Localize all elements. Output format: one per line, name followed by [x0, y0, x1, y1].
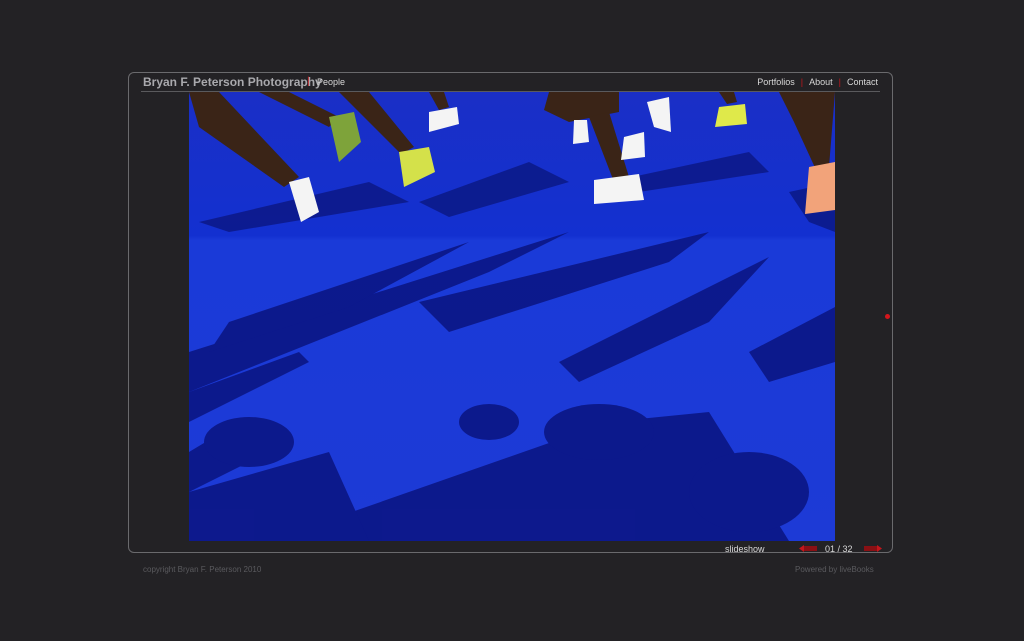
nav-portfolios[interactable]: Portfolios: [757, 77, 795, 87]
nav-about[interactable]: About: [809, 77, 833, 87]
next-photo-dot[interactable]: [885, 314, 890, 319]
gallery-frame: Bryan F. Peterson Photography | People P…: [128, 72, 893, 554]
gallery-name: People: [317, 77, 346, 87]
photo-counter: 01 / 32: [825, 544, 853, 554]
main-nav: Portfolios | About | Contact: [757, 77, 878, 87]
nav-separator: |: [800, 77, 804, 87]
next-arrow-icon[interactable]: [864, 545, 882, 552]
nav-separator: |: [838, 77, 841, 87]
prev-arrow-icon[interactable]: [799, 545, 817, 552]
header-bar: Bryan F. Peterson Photography | People P…: [141, 73, 880, 92]
slideshow-button[interactable]: slideshow: [725, 544, 765, 554]
site-title[interactable]: Bryan F. Peterson Photography: [143, 75, 322, 89]
main-photo[interactable]: [189, 92, 835, 541]
title-separator: |: [307, 76, 310, 87]
powered-by-link[interactable]: Powered by liveBooks: [795, 565, 874, 574]
nav-contact[interactable]: Contact: [847, 77, 878, 87]
photo-runners-shadows: [189, 92, 835, 541]
copyright-text: copyright Bryan F. Peterson 2010: [143, 565, 262, 574]
